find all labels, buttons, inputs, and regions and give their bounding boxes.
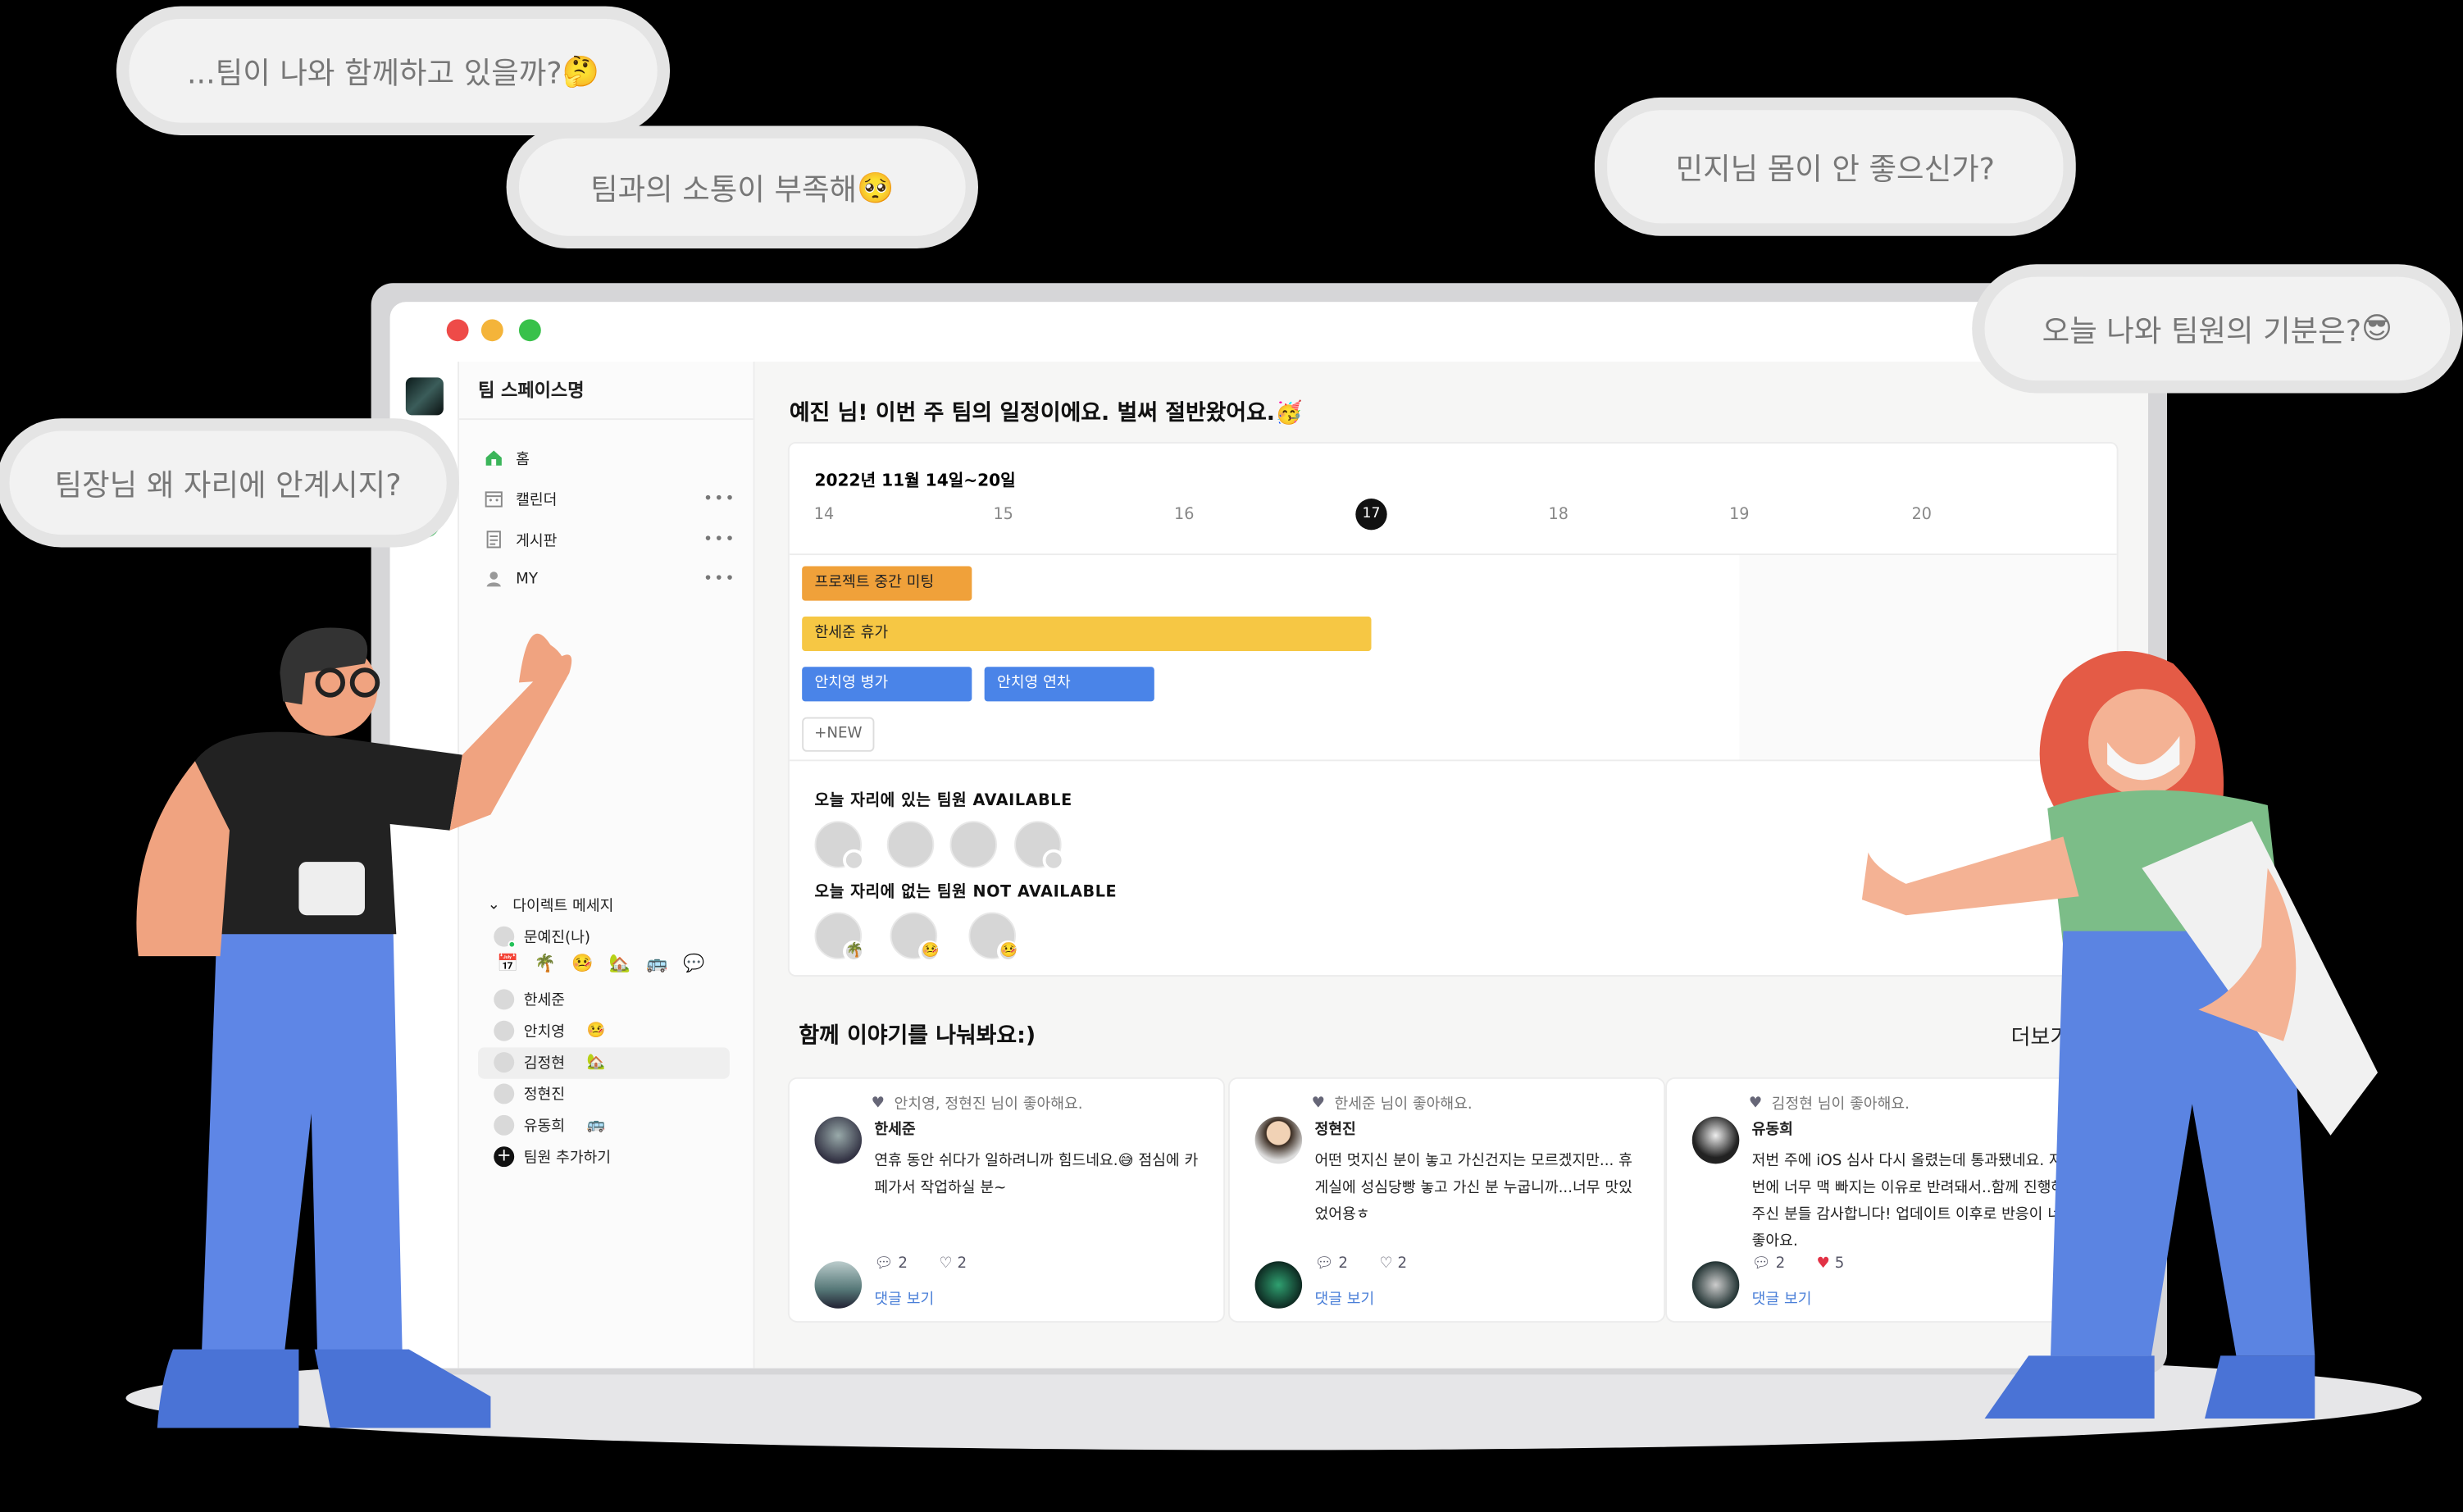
today-day-label[interactable]: 17 (1355, 499, 1387, 531)
status-commute-icon[interactable]: 🚌 (646, 953, 667, 973)
liked-by: ♥ 안치영, 정현진 님이 좋아해요. (871, 1093, 1083, 1114)
day-label[interactable]: 15 (988, 507, 1019, 524)
available-member-avatar[interactable] (886, 821, 935, 868)
view-comments-link[interactable]: 댓글 보기 (874, 1287, 934, 1309)
sick-icon: 🤒 (997, 940, 1019, 963)
post-body: 어떤 멋지신 분이 놓고 가신건지는 모르겠지만... 휴게실에 성심당빵 놓고… (1314, 1152, 1632, 1224)
heart-icon: ♥ (871, 1093, 885, 1112)
user-icon (486, 572, 501, 587)
view-comments-link[interactable]: 댓글 보기 (1752, 1287, 1812, 1309)
day-label[interactable]: 18 (1543, 507, 1574, 524)
commenter-avatar (814, 1261, 863, 1309)
comment-count[interactable]: 💬︎ 2 (1314, 1255, 1348, 1273)
post-stats: 💬︎ 2 ♡ 2 (1314, 1255, 1407, 1273)
speech-bubble: 팀과의 소통이 부족해 🥺 (518, 138, 966, 236)
not-available-label: 오늘 자리에 없는 팀원 NOT AVAILABLE (814, 883, 1118, 902)
speech-bubble: ...팀이 나와 함께하고 있을까? 🤔 (129, 19, 658, 123)
heart-icon: ♥ (1311, 1093, 1325, 1112)
status-dot (843, 849, 865, 872)
calendar-icon (485, 491, 503, 508)
day-label[interactable]: 19 (1723, 507, 1755, 524)
sidebar-item-label: 캘린더 (516, 492, 558, 510)
day-label[interactable]: 14 (808, 507, 840, 524)
commenter-avatar (1254, 1261, 1303, 1309)
event-bar[interactable]: 안치영 연차 (984, 667, 1154, 702)
stories-title: 함께 이야기를 나눠봐요:) (799, 1023, 1036, 1050)
week-title: 2022년 11월 14일~20일 (814, 471, 1016, 491)
sidebar-item-label: 게시판 (516, 533, 558, 551)
sidebar-item-my[interactable]: MY ••• (485, 569, 736, 588)
post-author: 한세준 (874, 1121, 916, 1139)
close-window-button[interactable] (446, 319, 469, 342)
post-card[interactable]: ♥ 안치영, 정현진 님이 좋아해요. 한세준 연휴 동안 쉬다가 일하려니까 힘… (789, 1078, 1224, 1322)
home-icon (485, 450, 502, 466)
avatar[interactable] (1691, 1116, 1740, 1164)
like-count[interactable]: ♡ 2 (1379, 1255, 1407, 1273)
comment-icon: 💬︎ (1314, 1255, 1339, 1273)
more-options-icon[interactable]: ••• (703, 531, 736, 548)
commenter-avatar (1691, 1261, 1740, 1309)
more-options-icon[interactable]: ••• (703, 490, 736, 507)
available-member-avatar[interactable] (1014, 821, 1065, 872)
post-card[interactable]: ♥ 한세준 님이 좋아해요. 정현진 어떤 멋지신 분이 놓고 가신건지는 모르겠… (1229, 1078, 1664, 1322)
unavailable-member-avatar[interactable]: 🌴 (814, 912, 865, 963)
avatar[interactable] (1254, 1116, 1303, 1164)
like-count[interactable]: ♥ 5 (1817, 1255, 1845, 1273)
event-bar[interactable]: 프로젝트 중간 미팅 (802, 566, 972, 601)
unavailable-member-avatar[interactable]: 🤒 (890, 912, 940, 963)
post-stats: 💬︎ 2 ♥ 5 (1752, 1255, 1845, 1273)
minimize-window-button[interactable] (480, 319, 503, 342)
crying-emoji-icon: 😭 (2315, 751, 2360, 796)
status-dot (1042, 849, 1065, 872)
greeting-title: 예진 님! 이번 주 팀의 일정이에요. 벌써 절반왔어요.🥳 (789, 401, 1303, 426)
day-label[interactable]: 20 (1906, 507, 1937, 524)
event-bar[interactable]: 한세준 휴가 (802, 616, 1372, 652)
maximize-window-button[interactable] (518, 319, 541, 342)
heart-eyes-emoji-icon: 😍 (2356, 881, 2422, 954)
post-stats: 💬︎ 2 ♡ 2 (874, 1255, 967, 1273)
post-body: 연휴 동안 쉬다가 일하려니까 힘드네요.😅 점심에 카페가서 작업하실 분~ (874, 1152, 1199, 1197)
board-icon (486, 531, 501, 549)
heart-outline-icon: ♡ (1379, 1255, 1398, 1273)
title-bar (389, 302, 2148, 362)
sidebar-item-home[interactable]: 홈 (485, 447, 736, 469)
view-comments-link[interactable]: 댓글 보기 (1314, 1287, 1374, 1309)
available-member-avatar[interactable] (949, 821, 998, 868)
comment-icon: 💬︎ (874, 1255, 899, 1273)
avatar[interactable] (814, 1116, 863, 1164)
sidebar-item-label: 홈 (516, 451, 530, 469)
woman-gesturing-illustration (1861, 651, 2379, 1419)
more-options-icon[interactable]: ••• (703, 570, 736, 587)
sidebar-item-label: MY (516, 570, 538, 588)
available-label: 오늘 자리에 있는 팀원 AVAILABLE (814, 792, 1072, 810)
liked-by: ♥ 한세준 님이 좋아해요. (1311, 1093, 1473, 1114)
comment-count[interactable]: 💬︎ 2 (1752, 1255, 1786, 1273)
workspace-logo[interactable] (405, 377, 444, 416)
sidebar-item-calendar[interactable]: 캘린더 ••• (485, 488, 736, 510)
vacation-icon: 🌴 (843, 940, 865, 963)
speech-bubble: 팀장님 왜 자리에 안계시지? (9, 430, 447, 535)
like-count[interactable]: ♡ 2 (939, 1255, 967, 1273)
status-chat-icon[interactable]: 💬 (683, 953, 704, 973)
post-author: 정현진 (1314, 1121, 1356, 1139)
heart-outline-icon: ♡ (939, 1255, 958, 1273)
man-waving-illustration (136, 627, 572, 1428)
sick-icon: 🤒 (918, 940, 940, 963)
event-bar[interactable]: 안치영 병가 (802, 667, 972, 702)
space-name[interactable]: 팀 스페이스명 (478, 377, 584, 403)
speech-bubble: 오늘 나와 팀원의 기분은? 😎 (1984, 276, 2451, 381)
heart-filled-icon: ♥ (1816, 1255, 1835, 1273)
divider (459, 418, 753, 421)
new-event-button[interactable]: +NEW (802, 717, 875, 752)
comment-icon: 💬︎ (1751, 1255, 1776, 1273)
unavailable-member-avatar[interactable]: 🤒 (968, 912, 1019, 963)
comment-count[interactable]: 💬︎ 2 (874, 1255, 908, 1273)
speech-bubble: 민지님 몸이 안 좋으신가? (1607, 110, 2064, 224)
day-label[interactable]: 16 (1168, 507, 1200, 524)
heart-icon: ♥ (1748, 1093, 1763, 1112)
available-member-avatar[interactable] (814, 821, 865, 872)
sidebar-item-board[interactable]: 게시판 ••• (485, 528, 736, 550)
status-home-icon[interactable]: 🏡 (608, 953, 630, 973)
post-author: 유동희 (1751, 1121, 1793, 1139)
